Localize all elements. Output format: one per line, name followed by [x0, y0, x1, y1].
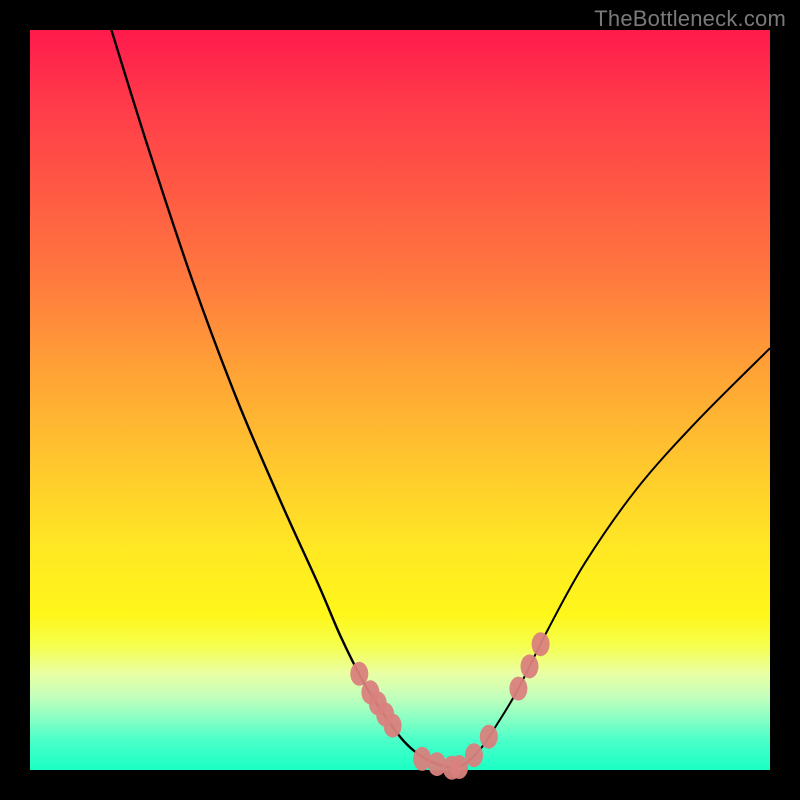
curve-right-branch — [456, 348, 771, 768]
marker-dot-group — [350, 632, 549, 780]
chart-frame: TheBottleneck.com — [0, 0, 800, 800]
marker-dot — [384, 714, 402, 738]
plot-area — [30, 30, 770, 770]
marker-dot — [532, 632, 550, 656]
bottleneck-curve — [30, 30, 770, 770]
marker-dot — [480, 725, 498, 749]
watermark-text: TheBottleneck.com — [594, 6, 786, 32]
marker-dot — [521, 654, 539, 678]
marker-dot — [465, 743, 483, 767]
marker-dot — [509, 677, 527, 701]
curve-left-branch — [111, 30, 455, 769]
